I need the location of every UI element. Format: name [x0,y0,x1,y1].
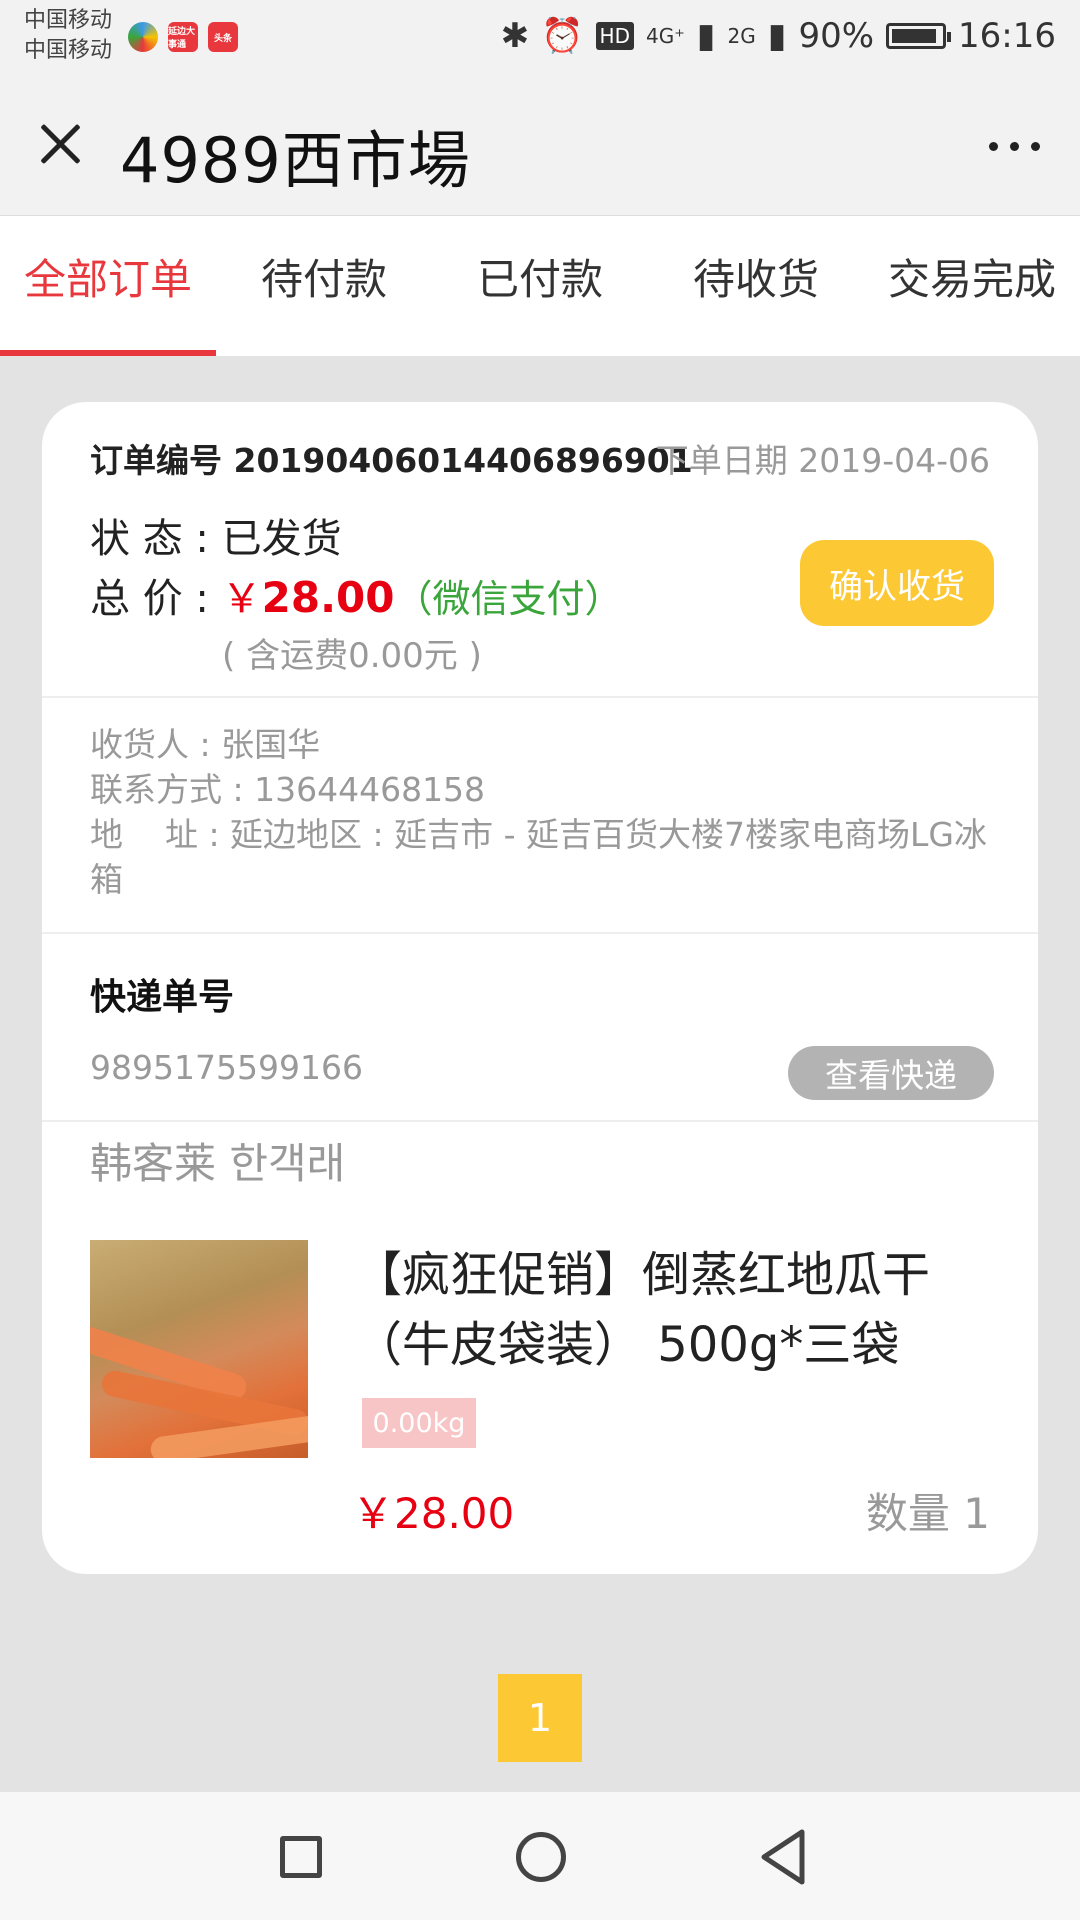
more-options-icon[interactable] [989,142,1040,151]
tab-all-orders[interactable]: 全部订单 [0,216,216,356]
shipping-fee-note: ( 含运费0.00元 ) [222,636,482,676]
battery-percent: 90% [798,16,875,56]
pay-method: （微信支付） [394,577,623,621]
product-image[interactable] [90,1240,308,1458]
order-card: 订单编号 20190406014406896901 下单日期 2019-04-0… [42,402,1038,1574]
order-number: 订单编号 20190406014406896901 [90,441,693,480]
product-name[interactable]: 【疯狂促销】倒蒸红地瓜干（牛皮袋装） 500g*三袋 [354,1240,974,1380]
carrier-label-1: 中国移动 [24,8,113,33]
receiver-info: 收货人 : 张国华 联系方式 : 13644468158 地 址 : 延边地区 … [42,698,1038,934]
order-status: 状 态 : 已发货 [90,506,342,564]
weight-tag: 0.00kg [362,1398,476,1448]
status-bar: 中国移动 中国移动 延边大事通 头条 ✱ ⏰ HD 4G⁺ ▮ 2G ▮ 90%… [0,0,1080,74]
clock: 16:16 [958,16,1056,56]
tab-completed[interactable]: 交易完成 [864,216,1080,356]
status-label: 状 态 : [90,516,222,562]
system-nav-bar [0,1792,1080,1920]
toutiao-app-icon: 头条 [208,22,238,52]
back-icon[interactable] [758,1828,808,1886]
notification-icons: 延边大事通 头条 [128,22,238,52]
recent-apps-icon[interactable] [280,1836,322,1878]
receiver-contact: 联系方式 : 13644468158 [90,770,486,809]
carrier-info: 中国移动 中国移动 [24,6,112,66]
product-price: ￥28.00 [352,1489,515,1538]
browser-app-icon [128,22,158,52]
order-date: 下单日期 2019-04-06 [655,441,990,480]
signal-icon: ▮ [696,16,716,56]
status-indicators: ✱ ⏰ HD 4G⁺ ▮ 2G ▮ 90% 16:16 [501,16,1056,56]
close-icon[interactable] [36,118,86,168]
receiver-details: 收货人 : 张国华 联系方式 : 13644468158 地 址 : 延边地区 … [90,722,990,902]
network-type-label-2: 2G [727,24,756,48]
order-total: 总 价 : ￥28.00（微信支付） [90,566,623,624]
order-summary: 订单编号 20190406014406896901 下单日期 2019-04-0… [42,402,1038,698]
carrier-label-2: 中国移动 [24,38,113,63]
network-type-label: 4G⁺ [645,24,685,48]
news-app-icon: 延边大事通 [168,22,198,52]
page-title: 4989西市場 [120,124,471,197]
express-title: 快递单号 [90,977,235,1018]
order-tabs: 全部订单 待付款 已付款 待收货 交易完成 [0,216,1080,356]
status-value: 已发货 [221,516,342,562]
track-express-button[interactable]: 查看快递 [788,1046,994,1100]
express-info: 快递单号 9895175599166 查看快递 [42,934,1038,1122]
receiver-address: 地 址 : 延边地区 : 延吉市 - 延吉百货大楼7楼家电商场LG冰箱 [90,815,987,899]
receiver-name: 收货人 : 张国华 [90,725,321,764]
shop-name[interactable]: 韩客莱 한객래 [90,1130,345,1191]
home-icon[interactable] [516,1832,566,1882]
tab-paid[interactable]: 已付款 [432,216,648,356]
hd-icon: HD [595,22,634,50]
price-label: 总 价 : [90,576,222,622]
tab-pending-receipt[interactable]: 待收货 [648,216,864,356]
total-price: 28.00 [261,573,395,622]
product-quantity: 数量 1 [865,1489,990,1538]
currency-symbol: ￥ [221,576,262,622]
page-button-current[interactable]: 1 [498,1674,582,1762]
confirm-receipt-button[interactable]: 确认收货 [800,540,994,626]
tab-pending-payment[interactable]: 待付款 [216,216,432,356]
battery-icon [886,23,952,49]
signal-icon-2: ▮ [767,16,787,56]
alarm-icon: ⏰ [541,16,584,56]
express-number: 9895175599166 [90,1048,363,1087]
title-bar: 4989西市場 [0,74,1080,216]
bluetooth-icon: ✱ [500,16,530,56]
